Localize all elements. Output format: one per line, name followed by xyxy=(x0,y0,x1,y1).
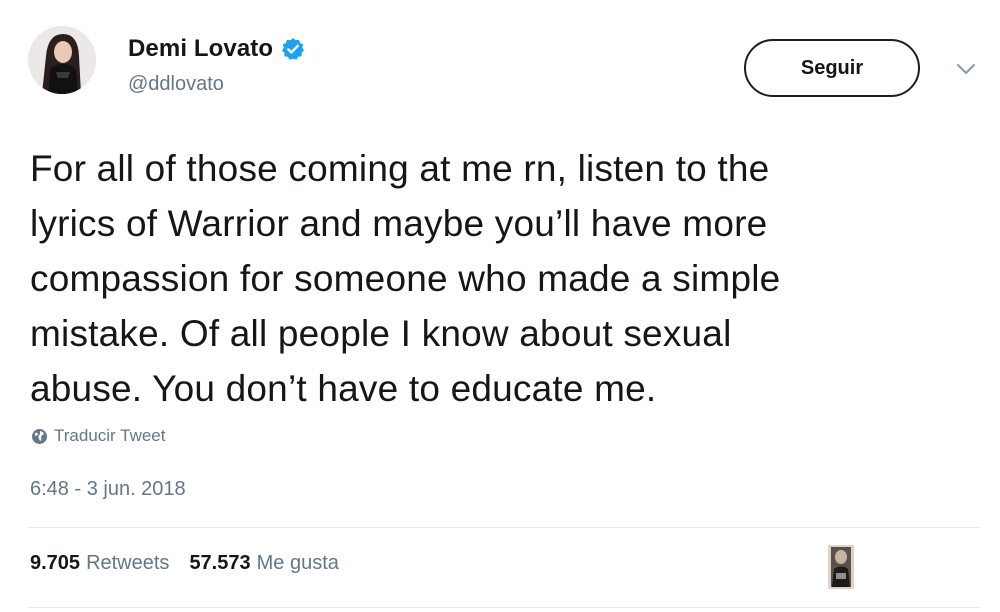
retweets-label: Retweets xyxy=(86,552,170,574)
tweet-text-line: mistake. Of all people I know about sexu… xyxy=(30,313,732,354)
tweet-text-line: lyrics of Warrior and maybe you’ll have … xyxy=(30,203,768,244)
likes-stat[interactable]: 57.573 Me gusta xyxy=(189,552,338,575)
retweets-stat[interactable]: 9.705 Retweets xyxy=(30,552,169,575)
tweet-text-line: For all of those coming at me rn, listen… xyxy=(30,148,770,189)
display-name-row: Demi Lovato xyxy=(128,33,305,65)
avatar-image xyxy=(28,26,96,94)
retweets-count: 9.705 xyxy=(30,552,81,574)
translate-tweet-link[interactable]: Traducir Tweet xyxy=(31,426,166,446)
globe-icon xyxy=(31,428,48,445)
likes-label: Me gusta xyxy=(256,552,339,574)
tweet-text-line: compassion for someone who made a simple xyxy=(30,258,781,299)
divider xyxy=(28,607,980,608)
user-info: Demi Lovato @ddlovato xyxy=(128,33,305,96)
tweet-stats: 9.705 Retweets 57.573 Me gusta xyxy=(30,552,339,575)
tweet-text-line: abuse. You don’t have to educate me. xyxy=(30,368,657,409)
chevron-down-icon[interactable] xyxy=(955,62,977,76)
tweet-timestamp[interactable]: 6:48 - 3 jun. 2018 xyxy=(30,478,186,501)
display-name[interactable]: Demi Lovato xyxy=(128,35,273,63)
translate-label: Traducir Tweet xyxy=(54,426,166,445)
divider xyxy=(28,527,980,528)
follow-button[interactable]: Seguir xyxy=(744,39,920,97)
tweet-text: For all of those coming at me rn, listen… xyxy=(30,141,980,416)
verified-badge-icon xyxy=(281,37,305,61)
likes-count: 57.573 xyxy=(189,552,251,574)
user-handle[interactable]: @ddlovato xyxy=(128,73,305,96)
avatar[interactable] xyxy=(28,26,96,94)
liker-avatar[interactable] xyxy=(828,545,854,589)
